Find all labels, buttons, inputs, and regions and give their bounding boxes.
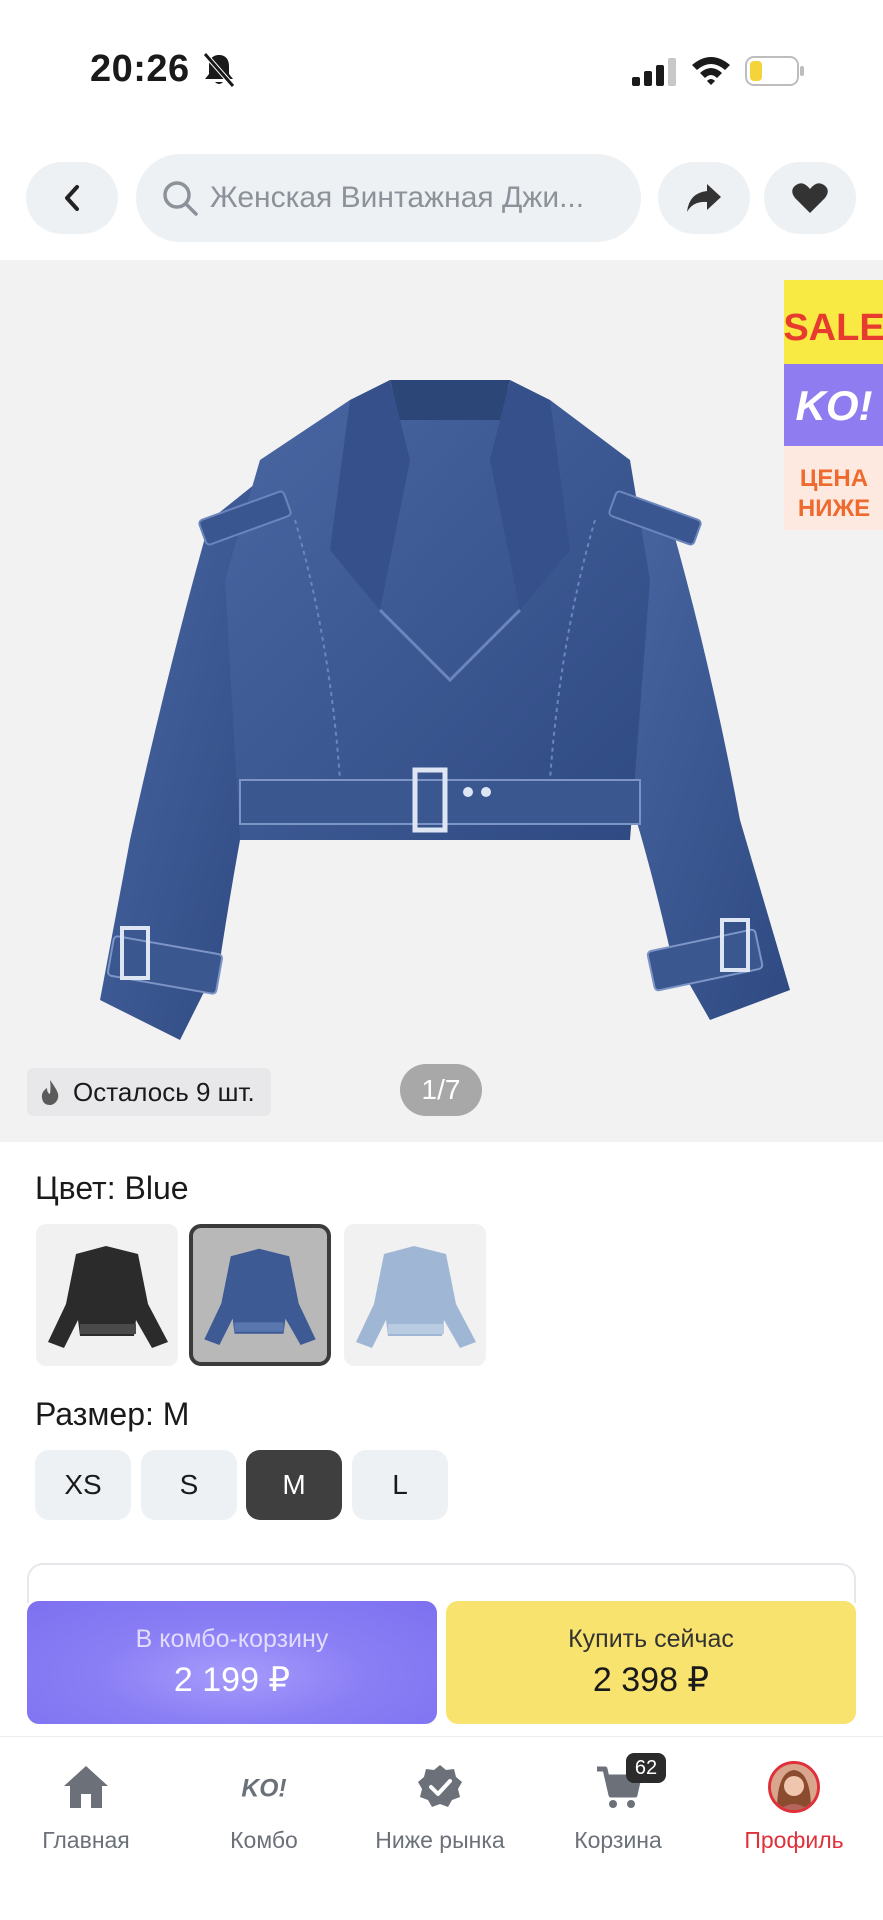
back-button[interactable] xyxy=(26,162,118,234)
size-title: Размер: M xyxy=(35,1396,190,1432)
color-swatch-blue[interactable] xyxy=(189,1224,331,1366)
buy-now-button[interactable]: Купить сейчас 2 398 ₽ xyxy=(446,1601,856,1724)
tab-home-label: Главная xyxy=(42,1827,130,1853)
color-swatch-black[interactable] xyxy=(36,1224,178,1366)
avatar xyxy=(768,1761,820,1813)
bottom-sheet-edge xyxy=(27,1563,856,1603)
image-page-counter: 1/7 xyxy=(400,1064,482,1116)
share-button[interactable] xyxy=(658,162,750,234)
size-option-s[interactable]: S xyxy=(141,1450,237,1520)
tab-profile[interactable]: Профиль xyxy=(709,1761,879,1854)
promo-brand-text: KO! xyxy=(796,382,873,429)
check-badge-icon xyxy=(418,1765,462,1807)
search-icon xyxy=(163,181,198,216)
jacket-thumbnail-light-blue xyxy=(356,1246,476,1348)
wifi-icon xyxy=(692,57,730,85)
size-option-l[interactable]: L xyxy=(352,1450,448,1520)
cart-count-badge: 62 xyxy=(626,1753,666,1783)
product-gallery[interactable]: SALE KO! ЦЕНА НИЖЕ Осталось 9 шт. 1/7 xyxy=(0,260,883,1142)
top-nav: Женская Винтажная Джи... xyxy=(0,150,883,250)
status-bar: 20:26 xyxy=(0,0,883,140)
combo-button-label: В комбо-корзину xyxy=(135,1625,329,1653)
buy-button-label: Купить сейчас xyxy=(568,1625,734,1653)
favorite-button[interactable] xyxy=(764,162,856,234)
stock-text: Осталось 9 шт. xyxy=(73,1076,255,1107)
bell-off-icon xyxy=(203,52,235,88)
heart-icon xyxy=(792,183,828,213)
battery-icon xyxy=(745,56,804,86)
color-title: Цвет: Blue xyxy=(35,1170,189,1206)
jacket-thumbnail-black xyxy=(48,1246,168,1348)
color-swatch-light-blue[interactable] xyxy=(344,1224,486,1366)
bottom-tab-bar: Главная KO! Комбо Ниже рынка 62 Корзина … xyxy=(0,1736,883,1920)
svg-text:KO!: KO! xyxy=(241,1776,286,1803)
ko-logo-icon: KO! xyxy=(241,1776,286,1803)
fire-icon xyxy=(41,1080,59,1105)
share-arrow-icon xyxy=(687,184,721,212)
search-query-text: Женская Винтажная Джи... xyxy=(210,181,585,214)
promo-line1-text: ЦЕНА xyxy=(800,465,868,492)
tab-profile-label: Профиль xyxy=(744,1827,844,1853)
size-option-m[interactable]: M xyxy=(246,1450,342,1520)
chevron-left-icon xyxy=(65,185,79,211)
combo-price: 2 199 ₽ xyxy=(173,1661,291,1699)
tab-below-market-label: Ниже рынка xyxy=(375,1827,505,1853)
promo-line2-text: НИЖЕ xyxy=(798,495,870,522)
tab-combo[interactable]: KO! Комбо xyxy=(179,1761,349,1854)
tab-cart[interactable]: 62 Корзина xyxy=(533,1753,703,1854)
tab-home[interactable]: Главная xyxy=(1,1761,171,1854)
tab-combo-label: Комбо xyxy=(230,1827,298,1853)
tab-cart-label: Корзина xyxy=(574,1827,662,1853)
jacket-thumbnail-blue xyxy=(204,1248,316,1346)
buy-price: 2 398 ₽ xyxy=(592,1661,710,1699)
signal-icon xyxy=(632,58,676,86)
status-time: 20:26 xyxy=(90,48,190,90)
tab-below-market[interactable]: Ниже рынка xyxy=(355,1761,525,1854)
size-option-xs[interactable]: XS xyxy=(35,1450,131,1520)
stock-badge: Осталось 9 шт. xyxy=(27,1068,271,1116)
product-image-jacket xyxy=(100,380,790,1040)
search-input[interactable]: Женская Винтажная Джи... xyxy=(136,154,641,242)
home-icon xyxy=(64,1766,108,1808)
promo-sale-badge: SALE KO! ЦЕНА НИЖЕ xyxy=(784,280,883,530)
add-to-combo-cart-button[interactable]: В комбо-корзину 2 199 ₽ xyxy=(27,1601,437,1724)
promo-sale-text: SALE xyxy=(784,307,883,349)
